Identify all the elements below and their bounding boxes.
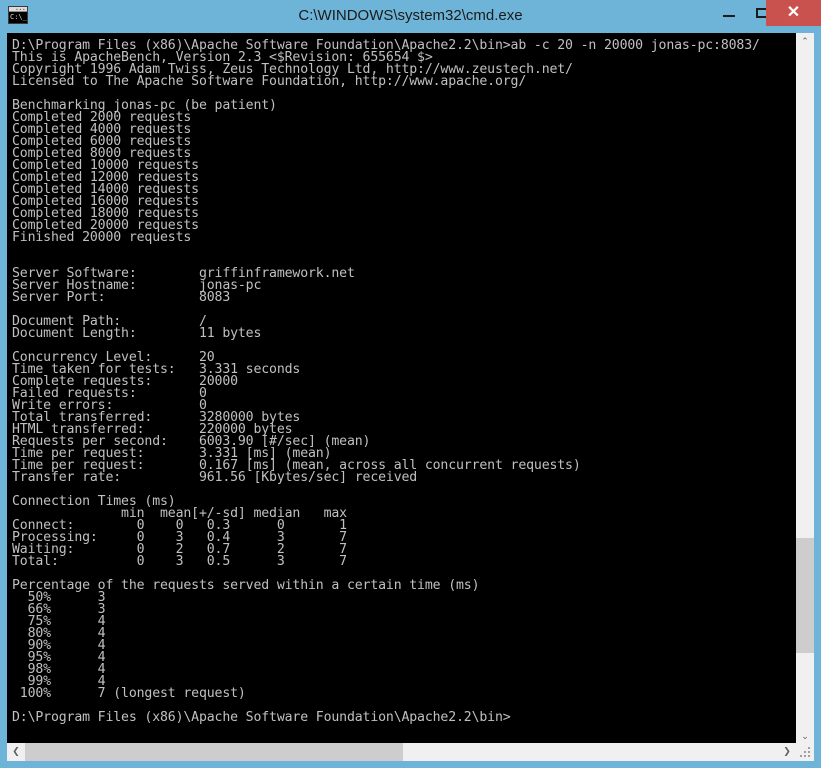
console-line: 98% 4 bbox=[12, 662, 106, 677]
icon-prompt-text: C:\_ bbox=[9, 12, 27, 23]
minimize-button[interactable] bbox=[714, 0, 743, 26]
console-frame: D:\Program Files (x86)\Apache Software F… bbox=[7, 33, 814, 761]
console-line: D:\Program Files (x86)\Apache Software F… bbox=[12, 710, 511, 725]
vertical-scroll-thumb[interactable] bbox=[796, 538, 814, 653]
close-icon: ✕ bbox=[786, 4, 801, 21]
console-line: 66% 3 bbox=[12, 602, 106, 617]
console-line: 50% 3 bbox=[12, 590, 106, 605]
console-line: Finished 20000 requests bbox=[12, 230, 192, 245]
cmd-window: ••• C:\_ C:\WINDOWS\system32\cmd.exe ✕ D… bbox=[0, 0, 821, 768]
console-line: Document Length: 11 bytes bbox=[12, 326, 262, 341]
console-line: 100% 7 (longest request) bbox=[12, 686, 246, 701]
console-line: 80% 4 bbox=[12, 626, 106, 641]
console-line: Percentage of the requests served within… bbox=[12, 578, 480, 593]
console-line: 90% 4 bbox=[12, 638, 106, 653]
scroll-right-arrow-icon[interactable]: ❯ bbox=[778, 743, 796, 761]
minimize-icon bbox=[722, 15, 735, 17]
console-line: 95% 4 bbox=[12, 650, 106, 665]
console-line: Licensed to The Apache Software Foundati… bbox=[12, 74, 527, 89]
vertical-scrollbar[interactable]: ⌃ ⌄ bbox=[796, 33, 814, 746]
horizontal-scrollbar[interactable]: ❮ ❯ bbox=[7, 743, 814, 761]
console-line: Transfer rate: 961.56 [Kbytes/sec] recei… bbox=[12, 470, 418, 485]
scroll-left-arrow-icon[interactable]: ❮ bbox=[7, 743, 25, 761]
scroll-up-arrow-icon[interactable]: ⌃ bbox=[796, 33, 814, 51]
resize-grip[interactable] bbox=[796, 743, 814, 761]
console-line: Server Port: 8083 bbox=[12, 290, 231, 305]
console-line: Total: 0 3 0.5 3 7 bbox=[12, 554, 347, 569]
console-output[interactable]: D:\Program Files (x86)\Apache Software F… bbox=[7, 33, 796, 746]
cmd-console-icon: ••• C:\_ bbox=[8, 6, 28, 24]
horizontal-scroll-thumb[interactable] bbox=[25, 743, 403, 761]
close-button[interactable]: ✕ bbox=[766, 0, 821, 26]
title-bar[interactable]: ••• C:\_ C:\WINDOWS\system32\cmd.exe ✕ bbox=[0, 0, 821, 31]
console-line: 75% 4 bbox=[12, 614, 106, 629]
window-title: C:\WINDOWS\system32\cmd.exe bbox=[298, 7, 523, 24]
